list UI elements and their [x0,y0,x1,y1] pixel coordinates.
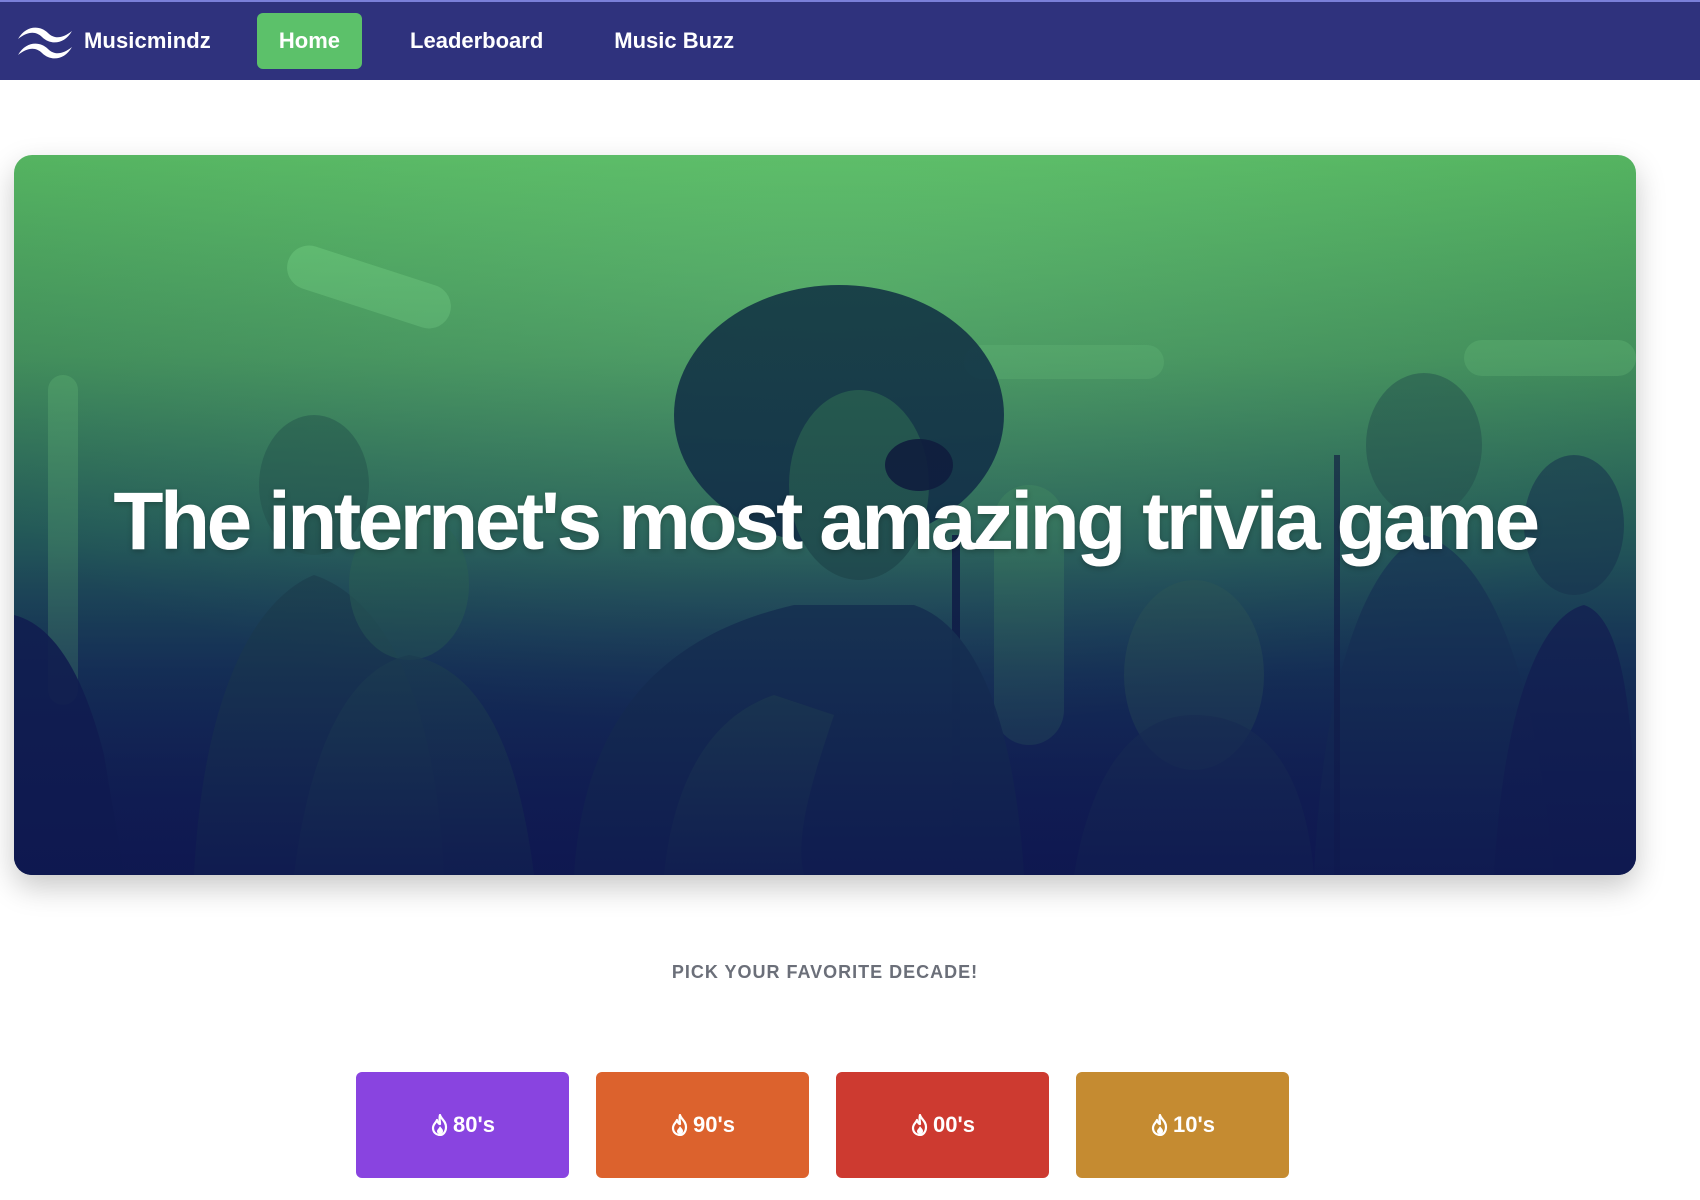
nav-tab-leaderboard[interactable]: Leaderboard [388,13,565,69]
fire-icon [431,1114,448,1136]
hero-title: The internet's most amazing trivia game [113,476,1540,567]
nav-tab-home[interactable]: Home [256,13,363,69]
brand-name: Musicmindz [84,28,211,53]
nav-tabs: Home Leaderboard Music Buzz [256,2,783,80]
brand[interactable]: Musicmindz [14,2,211,80]
decade-button-label: 80's [453,1112,495,1137]
top-navbar: Musicmindz Home Leaderboard Music Buzz [0,0,1700,80]
decade-button-80s[interactable]: 80's [356,1072,569,1178]
decade-section-label: PICK YOUR FAVORITE DECADE! [671,962,979,982]
decade-button-label: 10's [1173,1112,1215,1137]
fire-icon [1151,1114,1168,1136]
decade-button-00s[interactable]: 00's [836,1072,1049,1178]
decade-button-label: 00's [933,1112,975,1137]
nav-tab-music-buzz[interactable]: Music Buzz [592,13,756,69]
wave-logo-icon [18,27,72,59]
fire-icon [911,1114,928,1136]
decade-buttons: 80's 90's 00's 10's [356,1072,1316,1178]
decade-button-label: 90's [693,1112,735,1137]
fire-icon [671,1114,688,1136]
decade-button-10s[interactable]: 10's [1076,1072,1289,1178]
decade-button-90s[interactable]: 90's [596,1072,809,1178]
page: Musicmindz Home Leaderboard Music Buzz T… [0,0,1700,1200]
hero-banner: The internet's most amazing trivia game [14,155,1636,875]
